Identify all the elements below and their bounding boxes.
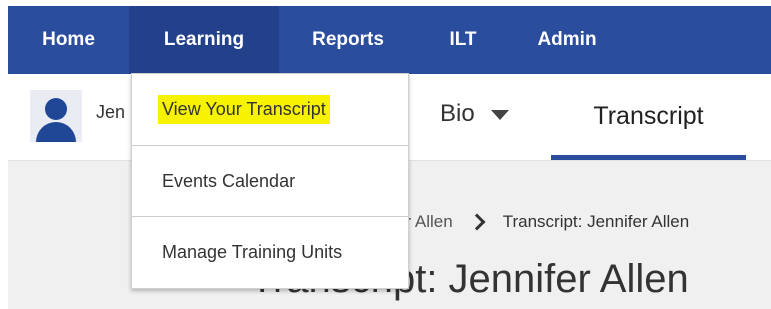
active-tab-indicator xyxy=(551,155,746,160)
tab-bio[interactable]: Bio xyxy=(440,100,509,128)
user-avatar-icon[interactable] xyxy=(30,90,82,142)
avatar-head xyxy=(45,98,67,120)
nav-learning[interactable]: Learning xyxy=(129,6,279,74)
menu-item-events-calendar[interactable]: Events Calendar xyxy=(132,146,408,216)
menu-item-label: Events Calendar xyxy=(162,170,296,191)
app-frame: Home Learning Reports ILT Admin Jen Bio … xyxy=(0,0,771,309)
chevron-right-icon xyxy=(468,213,486,231)
menu-item-manage-training-units[interactable]: Manage Training Units xyxy=(132,217,408,287)
tab-transcript-label: Transcript xyxy=(593,102,704,130)
nav-ilt[interactable]: ILT xyxy=(433,6,493,74)
tab-bio-label: Bio xyxy=(440,100,475,127)
avatar-body xyxy=(36,122,76,142)
chevron-down-icon xyxy=(490,110,509,120)
user-name: Jen xyxy=(96,102,126,122)
menu-item-label: Manage Training Units xyxy=(162,241,343,262)
nav-admin[interactable]: Admin xyxy=(522,6,612,74)
top-nav-bar: Home Learning Reports ILT Admin xyxy=(8,6,771,74)
nav-home[interactable]: Home xyxy=(8,6,129,74)
menu-item-view-transcript[interactable]: View Your Transcript xyxy=(132,74,408,144)
learning-dropdown-menu: View Your Transcript Events Calendar Man… xyxy=(131,73,409,289)
breadcrumb: er Allen Transcript: Jennifer Allen xyxy=(396,212,689,232)
tab-transcript[interactable]: Transcript xyxy=(551,74,746,160)
nav-reports[interactable]: Reports xyxy=(293,6,403,74)
breadcrumb-current: Transcript: Jennifer Allen xyxy=(502,212,690,231)
menu-item-label: View Your Transcript xyxy=(158,94,330,124)
